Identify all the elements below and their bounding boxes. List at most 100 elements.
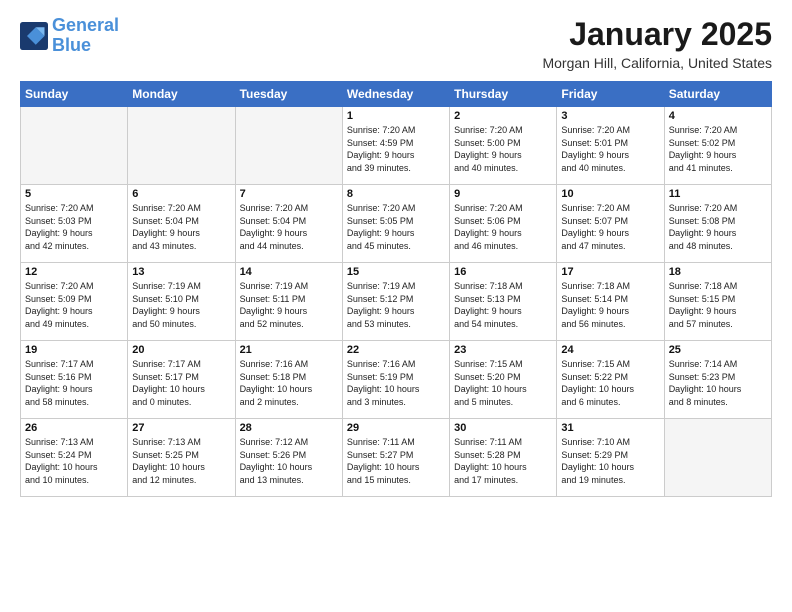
day-number-1: 1	[347, 110, 445, 122]
cell-1-6: 3 Sunrise: 7:20 AM Sunset: 5:01 PM Daylig…	[557, 107, 664, 185]
day-number-31: 31	[561, 422, 659, 434]
cell-4-1: 19Sunrise: 7:17 AM Sunset: 5:16 PM Dayli…	[21, 341, 128, 419]
cell-content-9: Sunrise: 7:20 AM Sunset: 5:06 PM Dayligh…	[454, 202, 552, 252]
header: General Blue January 2025 Morgan Hill, C…	[20, 16, 772, 71]
calendar-table: Sunday Monday Tuesday Wednesday Thursday…	[20, 81, 772, 497]
cell-1-5: 2 Sunrise: 7:20 AM Sunset: 5:00 PM Daylig…	[450, 107, 557, 185]
header-monday: Monday	[128, 82, 235, 107]
cell-5-2: 27Sunrise: 7:13 AM Sunset: 5:25 PM Dayli…	[128, 419, 235, 497]
day-number-14: 14	[240, 266, 338, 278]
cell-5-1: 26 Sunrise: 7:13 AM Sunset: 5:24 PM Dayli…	[21, 419, 128, 497]
header-friday: Friday	[557, 82, 664, 107]
cell-4-3: 21Sunrise: 7:16 AM Sunset: 5:18 PM Dayli…	[235, 341, 342, 419]
cell-1-7: 4Sunrise: 7:20 AM Sunset: 5:02 PM Daylig…	[664, 107, 771, 185]
cell-content-5: Sunrise: 7:20 AM Sunset: 5:03 PM Dayligh…	[25, 202, 123, 252]
cell-content-10: Sunrise: 7:20 AM Sunset: 5:07 PM Dayligh…	[561, 202, 659, 252]
page: General Blue January 2025 Morgan Hill, C…	[0, 0, 792, 612]
cell-2-3: 7 Sunrise: 7:20 AM Sunset: 5:04 PM Daylig…	[235, 185, 342, 263]
day-number-17: 17	[561, 266, 659, 278]
cell-content-27: Sunrise: 7:13 AM Sunset: 5:25 PM Dayligh…	[132, 436, 230, 486]
cell-content-18: Sunrise: 7:18 AM Sunset: 5:15 PM Dayligh…	[669, 280, 767, 330]
location: Morgan Hill, California, United States	[542, 55, 772, 71]
title-section: January 2025 Morgan Hill, California, Un…	[542, 16, 772, 71]
day-number-13: 13	[132, 266, 230, 278]
logo-text-line1: General	[52, 16, 119, 36]
cell-content-13: Sunrise: 7:19 AM Sunset: 5:10 PM Dayligh…	[132, 280, 230, 330]
cell-3-2: 13 Sunrise: 7:19 AM Sunset: 5:10 PM Dayli…	[128, 263, 235, 341]
day-number-10: 10	[561, 188, 659, 200]
header-saturday: Saturday	[664, 82, 771, 107]
cell-content-26: Sunrise: 7:13 AM Sunset: 5:24 PM Dayligh…	[25, 436, 123, 486]
logo-text-line2: Blue	[52, 36, 119, 56]
cell-3-7: 18 Sunrise: 7:18 AM Sunset: 5:15 PM Dayli…	[664, 263, 771, 341]
cell-5-7	[664, 419, 771, 497]
month-title: January 2025	[542, 16, 772, 53]
header-wednesday: Wednesday	[342, 82, 449, 107]
cell-3-3: 14 Sunrise: 7:19 AM Sunset: 5:11 PM Dayli…	[235, 263, 342, 341]
cell-2-4: 8 Sunrise: 7:20 AM Sunset: 5:05 PM Daylig…	[342, 185, 449, 263]
day-number-18: 18	[669, 266, 767, 278]
day-number-23: 23	[454, 344, 552, 356]
cell-content-28: Sunrise: 7:12 AM Sunset: 5:26 PM Dayligh…	[240, 436, 338, 486]
day-number-5: 5	[25, 188, 123, 200]
cell-5-5: 30Sunrise: 7:11 AM Sunset: 5:28 PM Dayli…	[450, 419, 557, 497]
day-number-29: 29	[347, 422, 445, 434]
cell-content-22: Sunrise: 7:16 AM Sunset: 5:19 PM Dayligh…	[347, 358, 445, 408]
day-number-15: 15	[347, 266, 445, 278]
cell-3-4: 15 Sunrise: 7:19 AM Sunset: 5:12 PM Dayli…	[342, 263, 449, 341]
week-row-4: 19Sunrise: 7:17 AM Sunset: 5:16 PM Dayli…	[21, 341, 772, 419]
cell-content-29: Sunrise: 7:11 AM Sunset: 5:27 PM Dayligh…	[347, 436, 445, 486]
cell-1-1	[21, 107, 128, 185]
day-number-11: 11	[669, 188, 767, 200]
cell-content-1: Sunrise: 7:20 AM Sunset: 4:59 PM Dayligh…	[347, 124, 445, 174]
day-number-26: 26	[25, 422, 123, 434]
cell-content-8: Sunrise: 7:20 AM Sunset: 5:05 PM Dayligh…	[347, 202, 445, 252]
cell-content-21: Sunrise: 7:16 AM Sunset: 5:18 PM Dayligh…	[240, 358, 338, 408]
day-number-28: 28	[240, 422, 338, 434]
day-number-25: 25	[669, 344, 767, 356]
cell-content-31: Sunrise: 7:10 AM Sunset: 5:29 PM Dayligh…	[561, 436, 659, 486]
day-number-7: 7	[240, 188, 338, 200]
cell-content-3: Sunrise: 7:20 AM Sunset: 5:01 PM Dayligh…	[561, 124, 659, 174]
day-number-4: 4	[669, 110, 767, 122]
cell-content-25: Sunrise: 7:14 AM Sunset: 5:23 PM Dayligh…	[669, 358, 767, 408]
day-number-16: 16	[454, 266, 552, 278]
cell-content-19: Sunrise: 7:17 AM Sunset: 5:16 PM Dayligh…	[25, 358, 123, 408]
cell-content-2: Sunrise: 7:20 AM Sunset: 5:00 PM Dayligh…	[454, 124, 552, 174]
week-row-1: 1 Sunrise: 7:20 AM Sunset: 4:59 PM Daylig…	[21, 107, 772, 185]
cell-content-7: Sunrise: 7:20 AM Sunset: 5:04 PM Dayligh…	[240, 202, 338, 252]
cell-content-12: Sunrise: 7:20 AM Sunset: 5:09 PM Dayligh…	[25, 280, 123, 330]
cell-content-23: Sunrise: 7:15 AM Sunset: 5:20 PM Dayligh…	[454, 358, 552, 408]
cell-3-1: 12 Sunrise: 7:20 AM Sunset: 5:09 PM Dayli…	[21, 263, 128, 341]
week-row-3: 12 Sunrise: 7:20 AM Sunset: 5:09 PM Dayli…	[21, 263, 772, 341]
day-number-6: 6	[132, 188, 230, 200]
logo-icon	[20, 22, 48, 50]
cell-3-5: 16 Sunrise: 7:18 AM Sunset: 5:13 PM Dayli…	[450, 263, 557, 341]
day-number-3: 3	[561, 110, 659, 122]
cell-content-20: Sunrise: 7:17 AM Sunset: 5:17 PM Dayligh…	[132, 358, 230, 408]
day-number-8: 8	[347, 188, 445, 200]
cell-content-14: Sunrise: 7:19 AM Sunset: 5:11 PM Dayligh…	[240, 280, 338, 330]
cell-content-15: Sunrise: 7:19 AM Sunset: 5:12 PM Dayligh…	[347, 280, 445, 330]
week-row-5: 26 Sunrise: 7:13 AM Sunset: 5:24 PM Dayli…	[21, 419, 772, 497]
day-number-9: 9	[454, 188, 552, 200]
cell-4-4: 22Sunrise: 7:16 AM Sunset: 5:19 PM Dayli…	[342, 341, 449, 419]
cell-1-3	[235, 107, 342, 185]
cell-4-7: 25 Sunrise: 7:14 AM Sunset: 5:23 PM Dayli…	[664, 341, 771, 419]
cell-5-3: 28 Sunrise: 7:12 AM Sunset: 5:26 PM Dayli…	[235, 419, 342, 497]
calendar-header-row: Sunday Monday Tuesday Wednesday Thursday…	[21, 82, 772, 107]
cell-content-16: Sunrise: 7:18 AM Sunset: 5:13 PM Dayligh…	[454, 280, 552, 330]
cell-4-2: 20Sunrise: 7:17 AM Sunset: 5:17 PM Dayli…	[128, 341, 235, 419]
cell-5-4: 29 Sunrise: 7:11 AM Sunset: 5:27 PM Dayli…	[342, 419, 449, 497]
day-number-12: 12	[25, 266, 123, 278]
day-number-24: 24	[561, 344, 659, 356]
day-number-2: 2	[454, 110, 552, 122]
cell-5-6: 31 Sunrise: 7:10 AM Sunset: 5:29 PM Dayli…	[557, 419, 664, 497]
cell-content-17: Sunrise: 7:18 AM Sunset: 5:14 PM Dayligh…	[561, 280, 659, 330]
week-row-2: 5 Sunrise: 7:20 AM Sunset: 5:03 PM Daylig…	[21, 185, 772, 263]
cell-2-2: 6Sunrise: 7:20 AM Sunset: 5:04 PM Daylig…	[128, 185, 235, 263]
cell-2-5: 9 Sunrise: 7:20 AM Sunset: 5:06 PM Daylig…	[450, 185, 557, 263]
header-thursday: Thursday	[450, 82, 557, 107]
cell-content-11: Sunrise: 7:20 AM Sunset: 5:08 PM Dayligh…	[669, 202, 767, 252]
cell-3-6: 17 Sunrise: 7:18 AM Sunset: 5:14 PM Dayli…	[557, 263, 664, 341]
